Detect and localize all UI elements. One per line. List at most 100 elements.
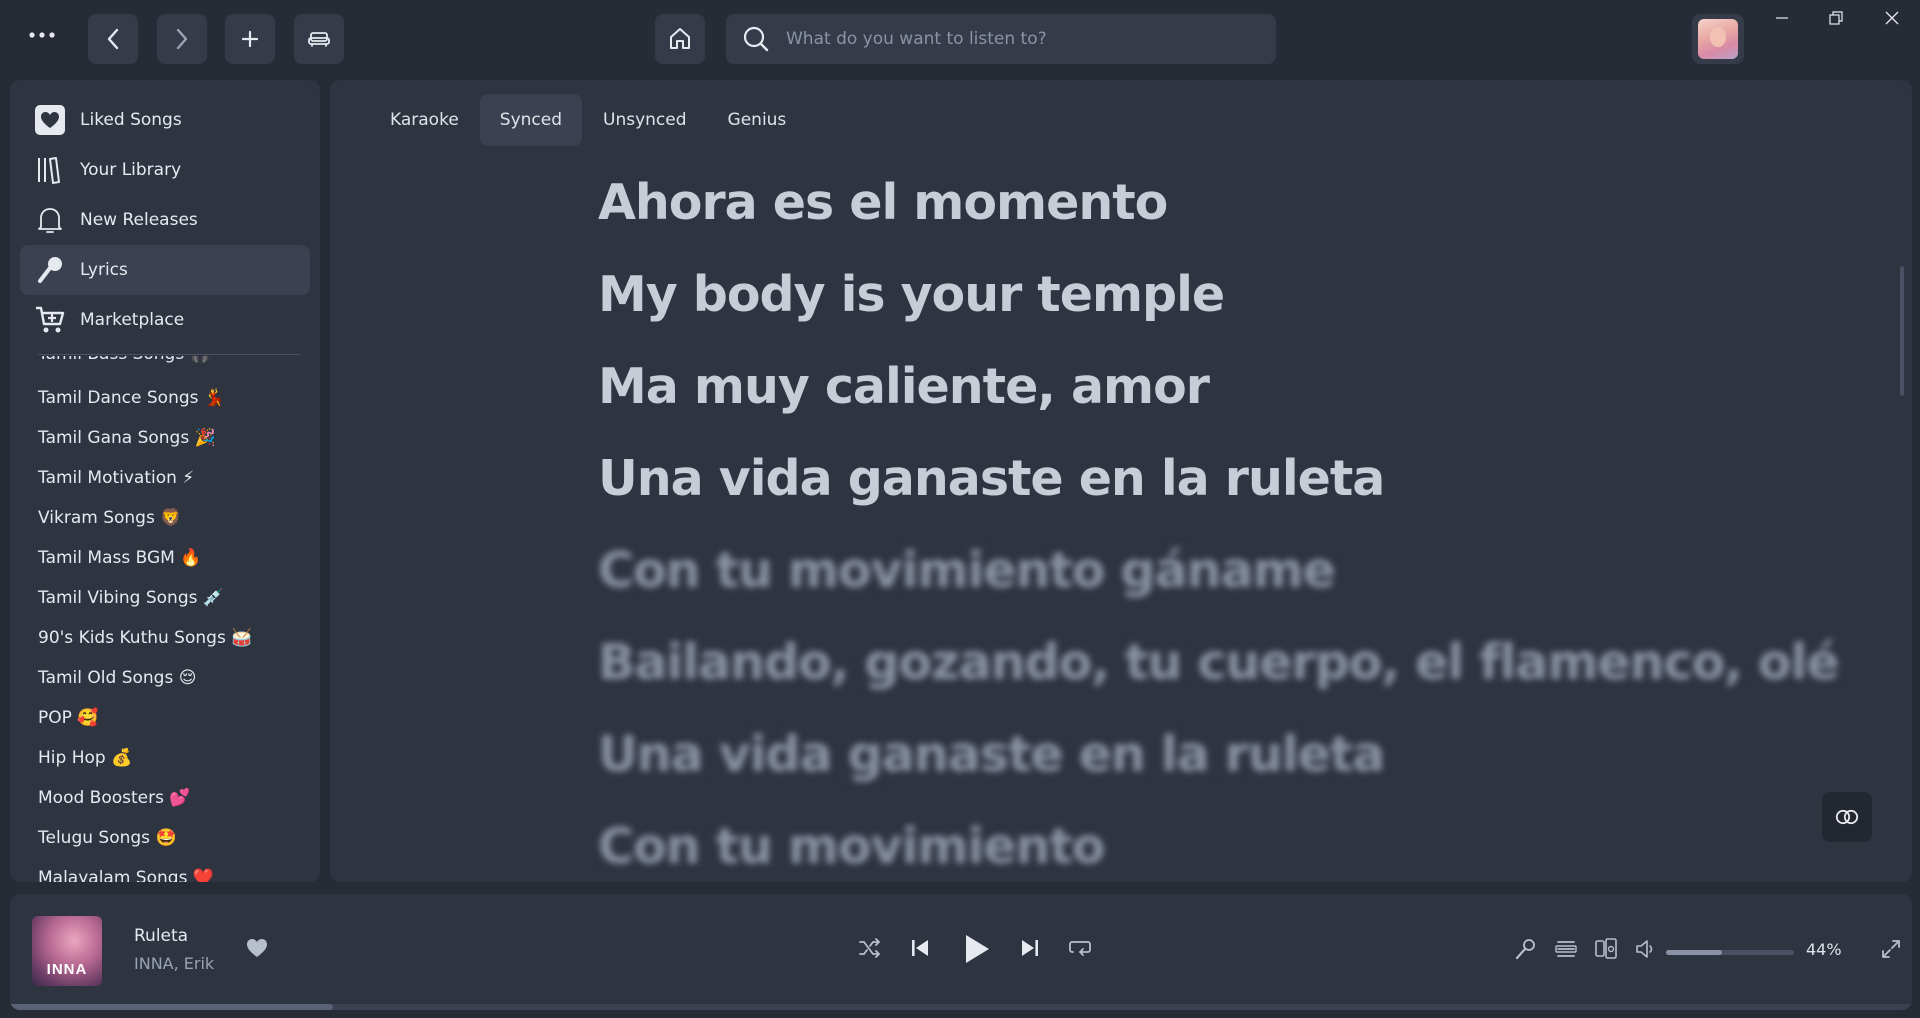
player-bar: INNA Ruleta INNA, Erik 44% — [10, 894, 1912, 1010]
sidebar-item-label: Lyrics — [80, 260, 128, 280]
dots-icon — [29, 32, 55, 38]
top-bar — [0, 0, 1920, 78]
library-icon — [20, 156, 80, 184]
sidebar: Liked Songs Your Library New Releases Ly… — [10, 80, 320, 882]
plus-icon — [241, 30, 259, 48]
play-button[interactable] — [952, 924, 1002, 974]
volume-slider-fill — [1666, 950, 1723, 955]
repeat-icon — [1069, 941, 1091, 956]
playlist-item[interactable]: Tamil Bass Songs 🎧 — [38, 356, 211, 366]
sidebar-item-marketplace[interactable]: Marketplace — [20, 295, 310, 345]
previous-button[interactable] — [900, 928, 940, 968]
search-input[interactable] — [786, 29, 1246, 49]
search-bar[interactable] — [726, 14, 1276, 64]
fullscreen-button[interactable] — [1876, 934, 1906, 964]
more-menu-button[interactable] — [22, 20, 62, 50]
sidebar-item-lyrics[interactable]: Lyrics — [20, 245, 310, 295]
chevron-right-icon — [176, 28, 188, 50]
album-cover[interactable]: INNA — [32, 916, 102, 986]
profile-button[interactable] — [1692, 14, 1744, 64]
lyrics-tabs: Karaoke Synced Unsynced Genius — [370, 94, 807, 146]
volume-icon — [1636, 940, 1653, 958]
playlist-item[interactable]: Hip Hop 💰 — [38, 746, 132, 770]
back-button[interactable] — [88, 14, 138, 64]
sidebar-item-label: Your Library — [80, 160, 182, 180]
lyric-line[interactable]: My body is your temple — [598, 266, 1225, 323]
toggle-overlay-button[interactable] — [1822, 792, 1872, 842]
lyric-line[interactable]: Bailando, gozando, tu cuerpo, el flamenc… — [598, 634, 1840, 691]
device-icon — [1595, 938, 1617, 959]
volume-label: 44% — [1806, 940, 1842, 959]
heart-icon — [247, 939, 267, 957]
minimize-button[interactable] — [1754, 0, 1810, 36]
restore-button[interactable] — [1808, 0, 1864, 36]
lyric-line[interactable]: Ma muy caliente, amor — [598, 358, 1210, 415]
track-title[interactable]: Ruleta — [134, 926, 188, 946]
repeat-button[interactable] — [1060, 928, 1100, 968]
playlist-list: Tamil Bass Songs 🎧 Tamil Dance Songs 💃 T… — [10, 356, 320, 882]
forward-button[interactable] — [157, 14, 207, 64]
search-icon — [726, 25, 786, 53]
queue-icon — [1555, 941, 1577, 957]
sidebar-item-label: New Releases — [80, 210, 198, 230]
close-icon — [1885, 11, 1899, 25]
overlap-circles-icon — [1835, 809, 1859, 825]
shuffle-button[interactable] — [850, 928, 890, 968]
connect-device-button[interactable] — [1591, 934, 1621, 964]
volume-slider[interactable] — [1666, 950, 1794, 955]
expand-icon — [1882, 940, 1900, 958]
playlist-item[interactable]: Mood Boosters 💕 — [38, 786, 191, 810]
queue-button[interactable] — [1551, 934, 1581, 964]
restore-icon — [1829, 11, 1843, 25]
track-artist[interactable]: INNA, Erik — [134, 954, 214, 973]
lyric-line[interactable]: Ahora es el momento — [598, 174, 1168, 231]
heart-square-icon — [20, 105, 80, 135]
avatar — [1698, 19, 1738, 59]
playlist-item[interactable]: Malayalam Songs ❤️ — [38, 866, 214, 882]
playlist-item[interactable]: POP 🥰 — [38, 706, 98, 730]
sofa-icon — [308, 32, 330, 47]
lyrics-panel: Karaoke Synced Unsynced Genius Ahora es … — [330, 80, 1912, 882]
sidebar-item-liked-songs[interactable]: Liked Songs — [20, 95, 310, 145]
microphone-icon — [20, 255, 80, 285]
mini-player-button[interactable] — [294, 14, 344, 64]
lyrics-scrollbar[interactable] — [1900, 266, 1904, 396]
add-button[interactable] — [225, 14, 275, 64]
microphone-outline-icon — [1515, 939, 1535, 960]
chevron-left-icon — [107, 28, 119, 50]
playlist-item[interactable]: Tamil Vibing Songs 💉 — [38, 586, 224, 610]
lyric-line[interactable]: Con tu movimiento — [598, 818, 1105, 875]
playback-progress-bar[interactable] — [10, 1004, 1912, 1010]
playlist-item[interactable]: 90's Kids Kuthu Songs 🥁 — [38, 626, 252, 650]
playlist-item[interactable]: Tamil Motivation ⚡ — [38, 466, 194, 490]
home-button[interactable] — [655, 14, 705, 64]
album-cover-text: INNA — [46, 961, 88, 978]
next-button[interactable] — [1010, 928, 1050, 968]
home-icon — [670, 28, 690, 49]
playlist-item[interactable]: Telugu Songs 🤩 — [38, 826, 177, 850]
lyrics-button[interactable] — [1510, 934, 1540, 964]
playback-progress-fill — [10, 1004, 334, 1010]
sidebar-divider — [38, 354, 300, 355]
cart-icon — [20, 305, 80, 335]
like-button[interactable] — [246, 938, 268, 962]
sidebar-item-your-library[interactable]: Your Library — [20, 145, 310, 195]
tab-genius[interactable]: Genius — [708, 94, 807, 146]
lyric-line[interactable]: Con tu movimiento gáname — [598, 542, 1336, 599]
playlist-item[interactable]: Tamil Gana Songs 🎉 — [38, 426, 216, 450]
lyric-line[interactable]: Una vida ganaste en la ruleta — [598, 450, 1385, 507]
sidebar-item-label: Marketplace — [80, 310, 185, 330]
shuffle-icon — [859, 938, 880, 958]
mute-button[interactable] — [1631, 934, 1661, 964]
tab-karaoke[interactable]: Karaoke — [370, 94, 479, 146]
sidebar-item-new-releases[interactable]: New Releases — [20, 195, 310, 245]
skip-next-icon — [1022, 940, 1038, 956]
close-button[interactable] — [1864, 0, 1920, 36]
playlist-item[interactable]: Vikram Songs 🦁 — [38, 506, 181, 530]
playlist-item[interactable]: Tamil Dance Songs 💃 — [38, 386, 225, 410]
playlist-item[interactable]: Tamil Old Songs 😌 — [38, 666, 196, 690]
lyric-line[interactable]: Una vida ganaste en la ruleta — [598, 726, 1385, 783]
tab-synced[interactable]: Synced — [479, 94, 583, 146]
tab-unsynced[interactable]: Unsynced — [583, 94, 707, 146]
playlist-item[interactable]: Tamil Mass BGM 🔥 — [38, 546, 201, 570]
